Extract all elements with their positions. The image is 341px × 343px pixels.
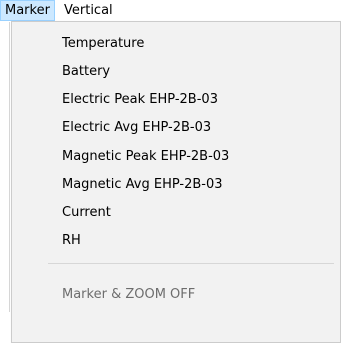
menu-item-rh[interactable]: RH: [62, 227, 81, 255]
menu-item-electric-avg[interactable]: Electric Avg EHP-2B-03: [62, 114, 211, 142]
menu-vertical[interactable]: Vertical: [59, 0, 118, 21]
menu-item-magnetic-avg[interactable]: Magnetic Avg EHP-2B-03: [62, 171, 223, 199]
menu-item-electric-peak[interactable]: Electric Peak EHP-2B-03: [62, 86, 218, 114]
menu-item-marker-zoom-off: Marker & ZOOM OFF: [62, 287, 196, 302]
window-edge-line: [9, 22, 10, 312]
menu-item-current[interactable]: Current: [62, 199, 111, 227]
menu-item-battery[interactable]: Battery: [62, 58, 110, 86]
menu-item-temperature[interactable]: Temperature: [62, 30, 144, 58]
menu-item-magnetic-peak[interactable]: Magnetic Peak EHP-2B-03: [62, 143, 229, 171]
menu-marker[interactable]: Marker: [0, 0, 55, 21]
menu-bar: Marker Vertical: [0, 0, 341, 22]
marker-dropdown-menu: Temperature Battery Electric Peak EHP-2B…: [11, 21, 341, 343]
menu-separator: [48, 263, 334, 264]
